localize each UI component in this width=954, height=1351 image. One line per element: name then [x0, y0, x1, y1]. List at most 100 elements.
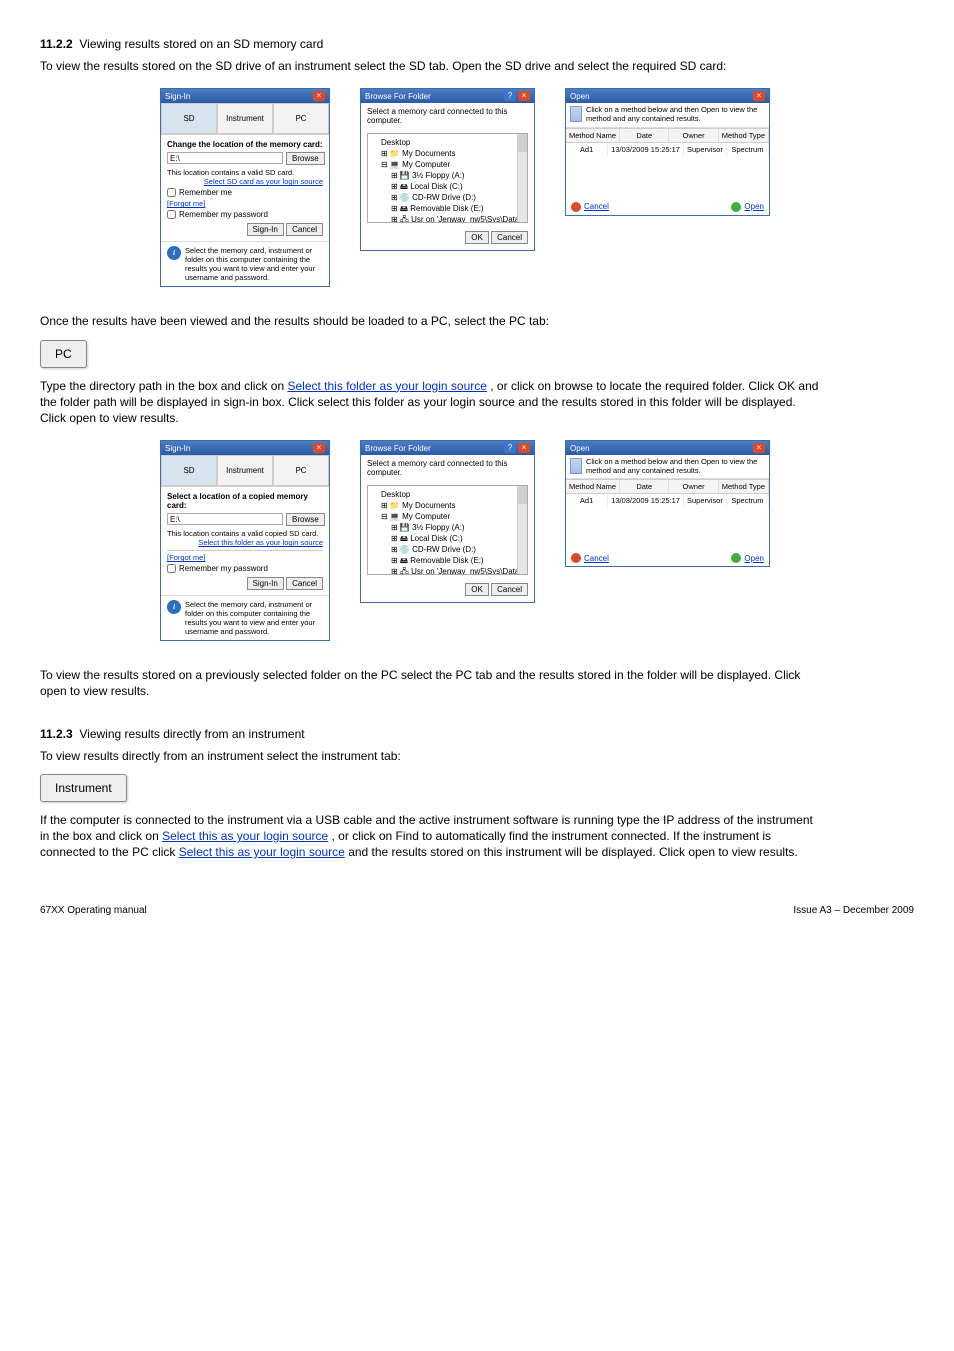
select-login-source-link-2[interactable]: Select this as your login source — [179, 845, 345, 859]
tab-pc[interactable]: PC — [273, 103, 329, 134]
col-method-name[interactable]: Method Name — [566, 129, 620, 142]
bff-ok-button[interactable]: OK — [465, 583, 489, 596]
open-title: Open — [570, 92, 590, 101]
section-heading: 11.2.2 Viewing results stored on an SD m… — [40, 36, 820, 52]
close-icon[interactable]: × — [753, 91, 765, 101]
close-icon[interactable]: × — [313, 91, 325, 101]
last-note: To view the results stored on a previous… — [40, 667, 820, 699]
close-icon[interactable]: × — [518, 443, 530, 453]
signin-titlebar: Sign-In × — [161, 89, 329, 103]
footer-left: 67XX Operating manual — [40, 905, 147, 916]
remember-pwd-checkbox[interactable] — [167, 564, 176, 573]
remember-pwd[interactable]: Remember my password — [167, 564, 323, 573]
signin-heading: Change the location of the memory card: — [167, 140, 323, 149]
open-dialog-2: Open× Click on a method below and then O… — [565, 440, 770, 567]
bff-cancel-button[interactable]: Cancel — [491, 583, 528, 596]
open-icon — [731, 202, 741, 212]
section2-intro: To view results directly from an instrum… — [40, 748, 820, 764]
bff-ok-button[interactable]: OK — [465, 231, 489, 244]
signin-button[interactable]: Sign-In — [247, 577, 284, 590]
table-row[interactable]: Ad1 13/03/2009 15:25:17 Supervisor Spect… — [566, 494, 769, 507]
close-icon[interactable]: × — [753, 443, 765, 453]
select-source-link[interactable]: Select SD card as your login source — [167, 177, 323, 186]
col-method-type[interactable]: Method Type — [719, 129, 769, 142]
section1-intro: To view the results stored on the SD dri… — [40, 58, 820, 74]
help-icon[interactable]: ? — [504, 443, 516, 453]
tree-node[interactable]: My Computer — [402, 160, 450, 169]
table-row[interactable]: Ad1 13/03/2009 15:25:17 Supervisor Spect… — [566, 143, 769, 156]
section2-body: If the computer is connected to the inst… — [40, 812, 820, 861]
cancel-icon — [571, 553, 581, 563]
remember-me-checkbox[interactable] — [167, 188, 176, 197]
tree-node[interactable]: CD-RW Drive (D:) — [412, 545, 476, 554]
bff-tree[interactable]: Desktop ⊞ 📁 My Documents ⊟ 💻 My Computer… — [367, 133, 528, 223]
tab-instrument[interactable]: Instrument — [217, 103, 273, 134]
path-input[interactable] — [167, 513, 283, 525]
open-cancel-button[interactable]: Cancel — [571, 202, 609, 212]
cancel-button[interactable]: Cancel — [286, 577, 323, 590]
bff-title: Browse For Folder — [365, 92, 431, 101]
open-cancel-button[interactable]: Cancel — [571, 553, 609, 563]
browse-button[interactable]: Browse — [286, 513, 325, 526]
open-open-button[interactable]: Open — [731, 553, 764, 563]
cancel-icon — [571, 202, 581, 212]
tree-node[interactable]: Usr on 'Jenway_nw5\Sys\Data' (U:) — [411, 567, 528, 575]
open-icon — [731, 553, 741, 563]
remember-pwd-checkbox[interactable] — [167, 210, 176, 219]
tree-node[interactable]: 3½ Floppy (A:) — [412, 523, 464, 532]
instrument-tab-button[interactable]: Instrument — [40, 774, 127, 802]
tree-node[interactable]: Desktop — [381, 489, 524, 500]
screenshot-row-2: Sign-In × SD Instrument PC Select a loca… — [40, 440, 914, 641]
open-header-msg: Click on a method below and then Open to… — [586, 106, 765, 123]
scrollbar[interactable] — [517, 486, 527, 574]
remember-pwd[interactable]: Remember my password — [167, 210, 323, 219]
tree-node[interactable]: My Documents — [402, 149, 455, 158]
select-source-link[interactable]: Select this folder as your login source — [167, 538, 323, 547]
bff-msg: Select a memory card connected to this c… — [361, 103, 534, 129]
tree-node[interactable]: 3½ Floppy (A:) — [412, 171, 464, 180]
tree-node[interactable]: Removable Disk (E:) — [410, 204, 483, 213]
tree-node[interactable]: My Documents — [402, 501, 455, 510]
path-input[interactable] — [167, 152, 283, 164]
browse-folder-dialog-2: Browse For Folder?× Select a memory card… — [360, 440, 535, 603]
screenshot-row-1: Sign-In × SD Instrument PC Change the lo… — [40, 88, 914, 287]
tab-instrument[interactable]: Instrument — [217, 455, 273, 486]
bff-titlebar: Browse For Folder ?× — [361, 89, 534, 103]
tab-sd[interactable]: SD — [161, 455, 217, 486]
pc-tab-button[interactable]: PC — [40, 340, 87, 368]
open-header: Click on a method below and then Open to… — [566, 103, 769, 127]
section2-heading: 11.2.3 Viewing results directly from an … — [40, 726, 820, 742]
open-header-icon — [570, 458, 582, 474]
forgot-link[interactable]: [Forgot me] — [167, 553, 323, 562]
signin-dialog: Sign-In × SD Instrument PC Change the lo… — [160, 88, 330, 287]
col-owner[interactable]: Owner — [669, 129, 718, 142]
cancel-button[interactable]: Cancel — [286, 223, 323, 236]
close-icon[interactable]: × — [518, 91, 530, 101]
signin-heading: Select a location of a copied memory car… — [167, 492, 323, 510]
open-columns: Method Name Date Owner Method Type — [566, 128, 769, 143]
tree-node[interactable]: Removable Disk (E:) — [410, 556, 483, 565]
tab-sd[interactable]: SD — [161, 103, 217, 134]
tree-node[interactable]: Usr on 'Jenway_nw5\Sys\Data' (U:) — [411, 215, 528, 223]
signin-title: Sign-In — [165, 92, 190, 101]
tree-node[interactable]: Desktop — [381, 137, 524, 148]
tab-pc[interactable]: PC — [273, 455, 329, 486]
bff-cancel-button[interactable]: Cancel — [491, 231, 528, 244]
tree-node[interactable]: Local Disk (C:) — [410, 534, 462, 543]
signin-button[interactable]: Sign-In — [247, 223, 284, 236]
tree-node[interactable]: Local Disk (C:) — [410, 182, 462, 191]
bff-tree[interactable]: Desktop ⊞ 📁 My Documents ⊟ 💻 My Computer… — [367, 485, 528, 575]
remember-me[interactable]: Remember me — [167, 188, 323, 197]
browse-button[interactable]: Browse — [286, 152, 325, 165]
select-folder-link[interactable]: Select this folder as your login source — [287, 379, 486, 393]
select-login-source-link[interactable]: Select this as your login source — [162, 829, 328, 843]
info-icon: i — [167, 600, 181, 614]
col-date[interactable]: Date — [620, 129, 669, 142]
help-icon[interactable]: ? — [504, 91, 516, 101]
forgot-link[interactable]: [Forgot me] — [167, 199, 323, 208]
scrollbar[interactable] — [517, 134, 527, 222]
tree-node[interactable]: My Computer — [402, 512, 450, 521]
close-icon[interactable]: × — [313, 443, 325, 453]
tree-node[interactable]: CD-RW Drive (D:) — [412, 193, 476, 202]
open-open-button[interactable]: Open — [731, 202, 764, 212]
